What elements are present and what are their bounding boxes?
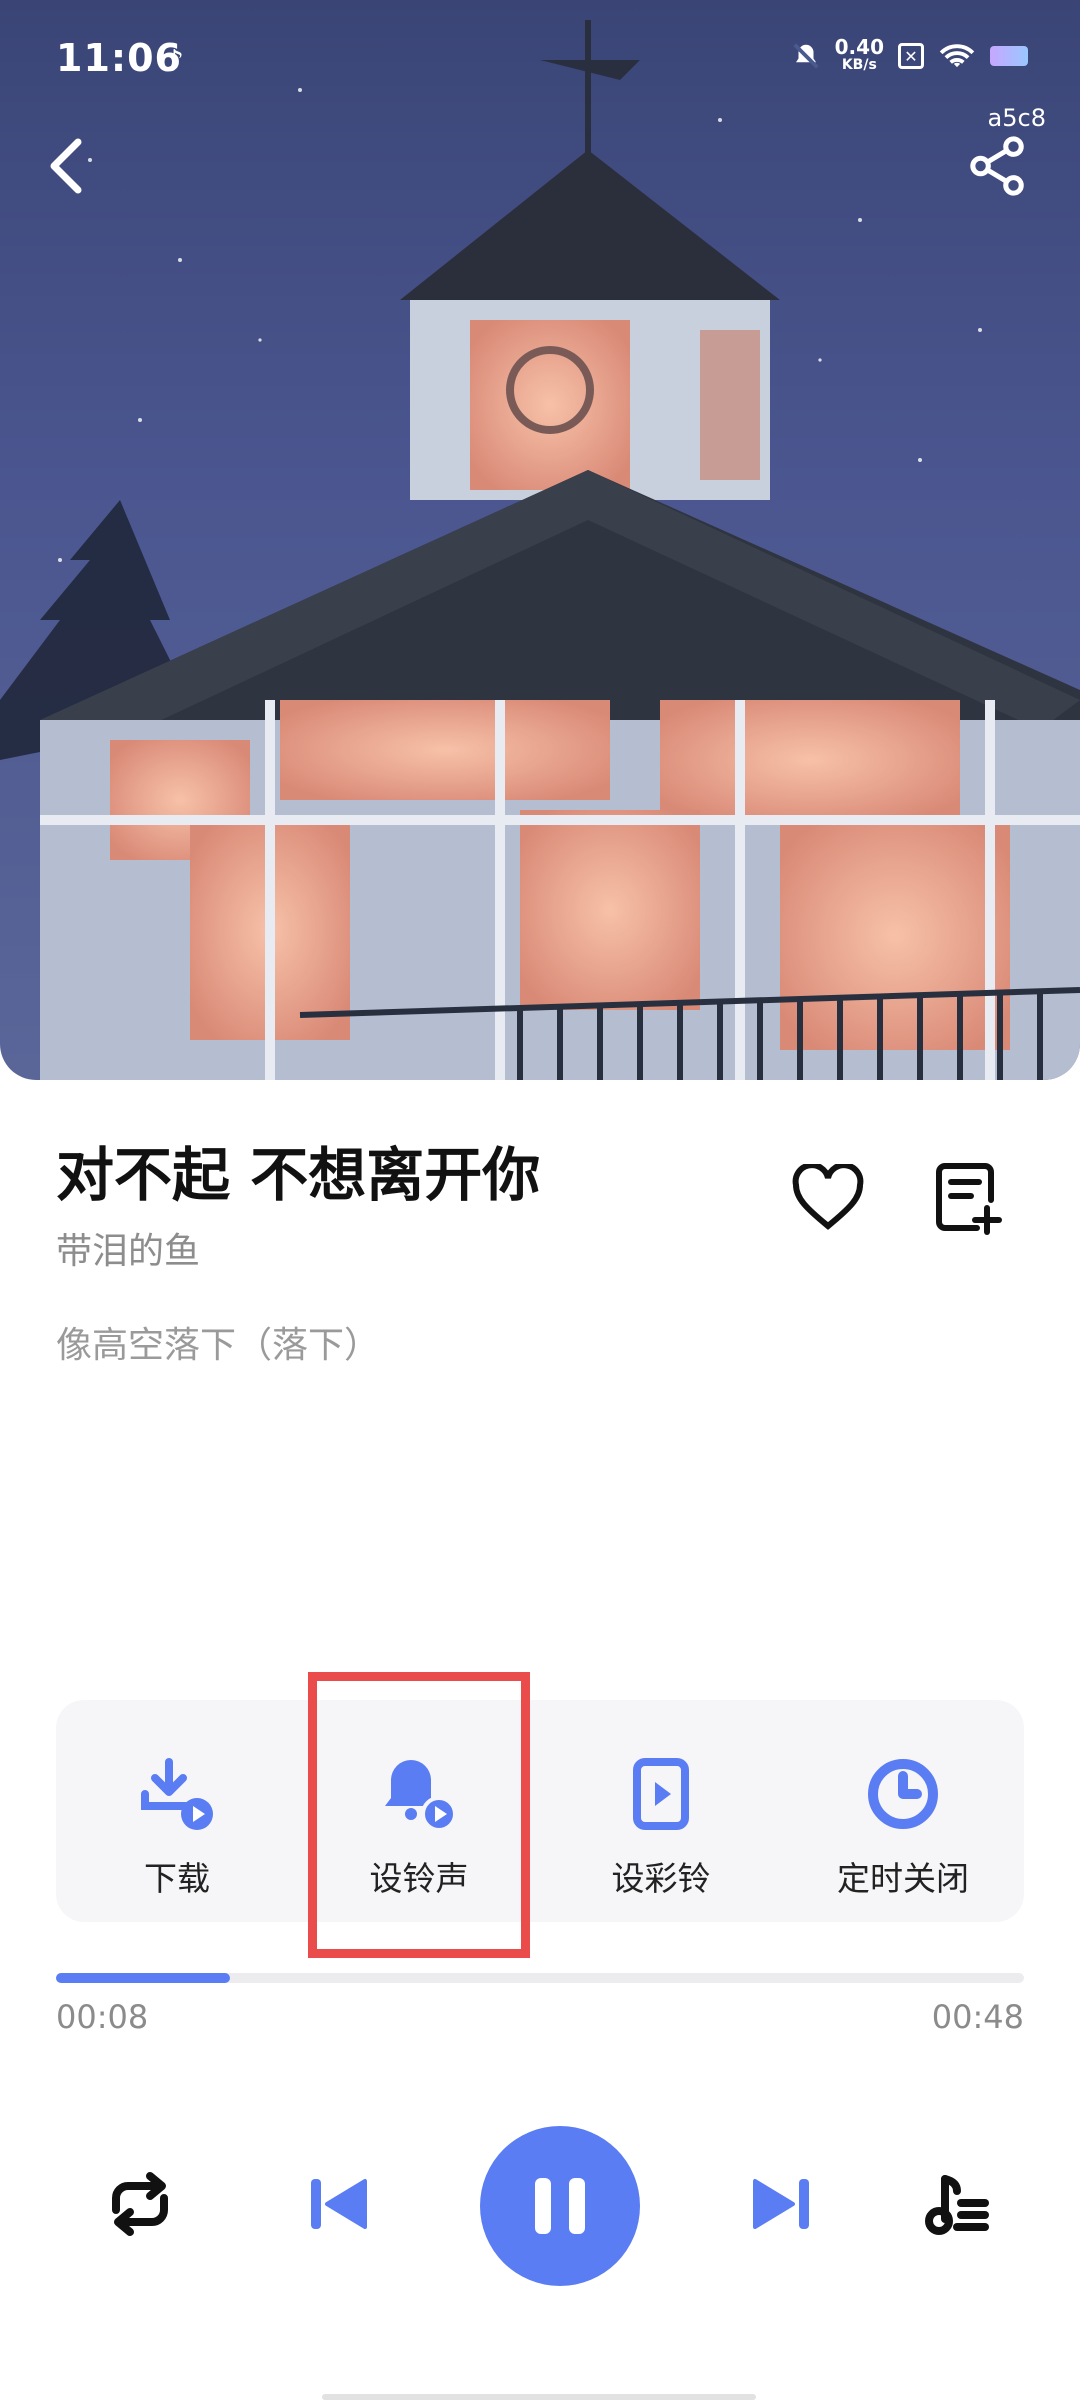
- highlight-box: [308, 1672, 530, 1958]
- action-label: 定时关闭: [837, 1859, 969, 1898]
- sleep-timer-action[interactable]: 定时关闭: [782, 1700, 1024, 1922]
- song-title: 对不起 不想离开你: [56, 1141, 541, 1209]
- notification-music-icon: ♪: [165, 44, 185, 79]
- wifi-icon: [939, 44, 975, 68]
- header-tag: a5c8: [987, 104, 1046, 132]
- network-speed-unit: KB/s: [841, 57, 877, 73]
- heart-icon: [792, 1164, 864, 1230]
- battery-icon: [990, 46, 1028, 66]
- add-to-playlist-button[interactable]: [920, 1150, 1016, 1246]
- total-time: 00:48: [931, 1998, 1024, 2036]
- status-time: 11:06: [56, 36, 182, 80]
- add-playlist-icon: [936, 1163, 1002, 1235]
- player-top-bar: [0, 120, 1080, 220]
- progress-fill: [56, 1973, 231, 1983]
- phone-play-icon: [633, 1758, 689, 1830]
- action-label: 下载: [144, 1859, 210, 1898]
- back-button[interactable]: [30, 120, 102, 212]
- repeat-mode-button[interactable]: [88, 2152, 192, 2256]
- skip-previous-icon: [311, 2179, 367, 2229]
- share-icon: [970, 136, 1024, 196]
- mute-bell-icon: [793, 43, 819, 69]
- progress-bar[interactable]: [56, 1973, 1024, 1983]
- pause-icon: [535, 2178, 585, 2234]
- status-bar: 11:06 ♪ 0.40 KB/s ✕: [0, 0, 1080, 120]
- network-speed: 0.40 KB/s: [834, 35, 884, 74]
- clock-icon: [868, 1759, 938, 1829]
- action-panel: 下载 设铃声 设彩铃 定时关闭: [56, 1700, 1024, 1922]
- chevron-left-icon: [50, 138, 82, 194]
- home-indicator[interactable]: [322, 2394, 756, 2400]
- set-color-ringtone-action[interactable]: 设彩铃: [540, 1700, 782, 1922]
- download-action[interactable]: 下载: [56, 1700, 298, 1922]
- sim-off-icon: ✕: [898, 43, 924, 69]
- previous-button[interactable]: [286, 2152, 390, 2256]
- current-time: 00:08: [56, 1998, 149, 2036]
- skip-next-icon: [753, 2179, 809, 2229]
- music-queue-icon: [925, 2175, 989, 2235]
- next-button[interactable]: [730, 2152, 834, 2256]
- repeat-icon: [112, 2172, 168, 2236]
- status-icons: 0.40 KB/s ✕: [791, 35, 1028, 74]
- share-button[interactable]: [956, 120, 1040, 212]
- network-speed-value: 0.40: [834, 35, 884, 59]
- playlist-button[interactable]: [906, 2152, 1010, 2256]
- action-label: 设彩铃: [611, 1859, 711, 1898]
- pause-button[interactable]: [480, 2126, 640, 2286]
- download-icon: [141, 1758, 213, 1830]
- favorite-button[interactable]: [780, 1150, 876, 1246]
- lyric-line[interactable]: 像高空落下（落下）: [56, 1316, 380, 1368]
- artist-name[interactable]: 带泪的鱼: [56, 1222, 200, 1274]
